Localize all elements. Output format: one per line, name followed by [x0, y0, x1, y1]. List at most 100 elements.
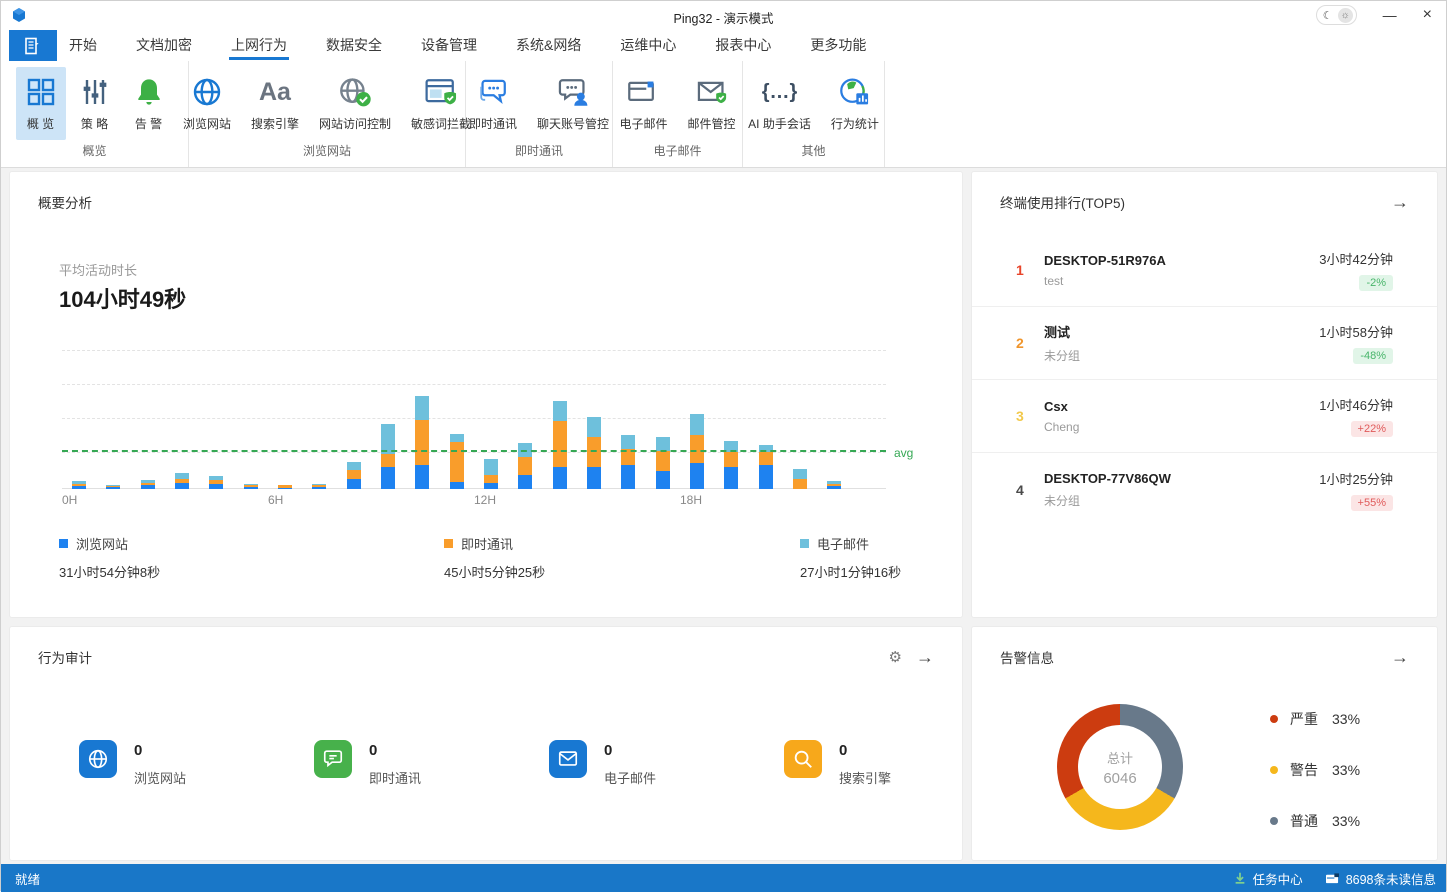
stacked-bar	[175, 473, 189, 489]
tab-运维中心[interactable]: 运维中心	[618, 29, 678, 61]
terminal-duration: 3小时42分钟	[1319, 249, 1393, 268]
stacked-bar	[347, 462, 361, 489]
bar-segment	[793, 469, 807, 479]
alert-level-pct: 33%	[1332, 813, 1360, 829]
toolbar-button-策略[interactable]: 策 略	[70, 67, 120, 140]
bar-segment	[347, 479, 361, 489]
minimize-button[interactable]: —	[1383, 8, 1397, 22]
legend-value: 45小时5分钟25秒	[444, 562, 545, 581]
bar-segment	[553, 421, 567, 467]
sun-icon[interactable]: ☼	[1338, 8, 1353, 23]
mail-icon	[626, 74, 660, 110]
legend-dot	[1270, 817, 1278, 825]
bar-slot	[646, 349, 680, 489]
tab-上网行为[interactable]: 上网行为	[229, 29, 289, 61]
x-tick-label: 12H	[474, 493, 496, 507]
chart-legend-item: 电子邮件27小时1分钟16秒	[800, 534, 901, 581]
toolbar-button-即时通讯[interactable]: 即时通讯	[461, 67, 525, 140]
bar-slot	[199, 349, 233, 489]
alerts-arrow-icon[interactable]: →	[1391, 648, 1409, 666]
top5-arrow-icon[interactable]: →	[1391, 193, 1409, 211]
bar-segment	[278, 488, 292, 489]
bar-segment	[759, 452, 773, 465]
bar-segment	[518, 475, 532, 489]
avg-line-label: avg	[894, 446, 913, 460]
bar-segment	[450, 482, 464, 489]
toolbar-button-告警[interactable]: 告 警	[124, 67, 174, 140]
unread-messages-button[interactable]: 8698条未读信息	[1325, 869, 1436, 888]
audit-arrow-icon[interactable]: →	[916, 648, 934, 666]
toolbar-button-网站访问控制[interactable]: 网站访问控制	[311, 67, 399, 140]
toolbar-group-label: 即时通讯	[515, 142, 563, 163]
toolbar-button-label: 邮件管控	[688, 115, 736, 132]
donut-total-label: 总计	[1107, 748, 1133, 767]
toolbar-button-label: 策 略	[81, 115, 108, 132]
alerts-title: 告警信息	[1000, 647, 1054, 667]
toolbar-button-聊天账号管控[interactable]: 聊天账号管控	[529, 67, 617, 140]
rank-number: 4	[1016, 482, 1044, 498]
bar-segment	[72, 486, 86, 489]
toolbar-button-邮件管控[interactable]: 邮件管控	[680, 67, 744, 140]
status-ready: 就绪	[15, 869, 40, 888]
toolbar-button-行为统计[interactable]: 行为统计	[823, 67, 887, 140]
task-center-button[interactable]: 任务中心	[1233, 869, 1303, 888]
toolbar-button-label: 电子邮件	[619, 115, 667, 132]
toolbar-button-电子邮件[interactable]: 电子邮件	[611, 67, 675, 140]
app-menu-button[interactable]	[9, 30, 57, 61]
bar-segment	[656, 437, 670, 451]
moon-icon[interactable]: ☾	[1320, 9, 1336, 22]
bar-segment	[347, 470, 361, 479]
theme-toggle[interactable]: ☾ ☼	[1316, 5, 1357, 25]
bar-segment	[724, 467, 738, 489]
globe-icon	[79, 740, 117, 778]
bar-segment	[244, 487, 258, 489]
terminal-group: 未分组	[1044, 492, 1319, 509]
audit-count: 0	[134, 740, 186, 759]
tab-数据安全[interactable]: 数据安全	[324, 29, 384, 61]
bar-slot	[405, 349, 439, 489]
toolbar-button-搜索引擎[interactable]: Aa搜索引擎	[243, 67, 307, 140]
bar-segment	[415, 420, 429, 465]
tab-更多功能[interactable]: 更多功能	[808, 29, 868, 61]
toolbar-group-label: 概览	[82, 142, 106, 163]
terminal-group: test	[1044, 274, 1319, 288]
gear-icon[interactable]: ⚙	[889, 650, 902, 665]
toolbar-button-浏览网站[interactable]: 浏览网站	[175, 67, 239, 140]
tab-文档加密[interactable]: 文档加密	[134, 29, 194, 61]
alert-level-pct: 33%	[1332, 711, 1360, 727]
ribbon-toolbar: 概 览策 略告 警概览浏览网站Aa搜索引擎网站访问控制敏感词拦截浏览网站即时通讯…	[1, 61, 1446, 168]
toolbar-button-AI助手会话[interactable]: {…}AI 助手会话	[740, 67, 819, 140]
delta-badge: -2%	[1359, 275, 1393, 291]
search-icon	[784, 740, 822, 778]
legend-value: 31小时54分钟8秒	[59, 562, 160, 581]
toolbar-button-概览[interactable]: 概 览	[16, 67, 66, 140]
chat-user-icon	[556, 74, 590, 110]
tab-开始[interactable]: 开始	[67, 29, 99, 61]
tab-报表中心[interactable]: 报表中心	[713, 29, 773, 61]
audit-label: 电子邮件	[604, 768, 656, 787]
bar-slot	[165, 349, 199, 489]
bar-segment	[415, 465, 429, 489]
bar-segment	[484, 459, 498, 475]
donut-total-value: 6046	[1103, 770, 1136, 787]
download-icon	[1233, 871, 1247, 885]
bar-segment	[793, 479, 807, 489]
tab-设备管理[interactable]: 设备管理	[419, 29, 479, 61]
delta-badge: -48%	[1353, 348, 1393, 364]
bar-slot	[783, 349, 817, 489]
bar-segment	[553, 467, 567, 489]
overview-title: 概要分析	[38, 192, 92, 212]
toolbar-button-label: AI 助手会话	[748, 115, 811, 132]
bar-segment	[621, 465, 635, 489]
bar-slot	[440, 349, 474, 489]
stacked-bar	[415, 396, 429, 489]
bar-segment	[587, 417, 601, 437]
chat-lines-icon	[314, 740, 352, 778]
delta-badge: +55%	[1351, 495, 1393, 511]
stacked-bar	[209, 476, 223, 489]
close-button[interactable]: ×	[1423, 7, 1432, 23]
titlebar: Ping32 - 演示模式 ☾ ☼ — ×	[1, 1, 1446, 29]
toolbar-group-概览: 概 览策 略告 警概览	[1, 61, 189, 167]
tab-系统&网络[interactable]: 系统&网络	[514, 29, 583, 61]
stacked-bar	[587, 417, 601, 489]
